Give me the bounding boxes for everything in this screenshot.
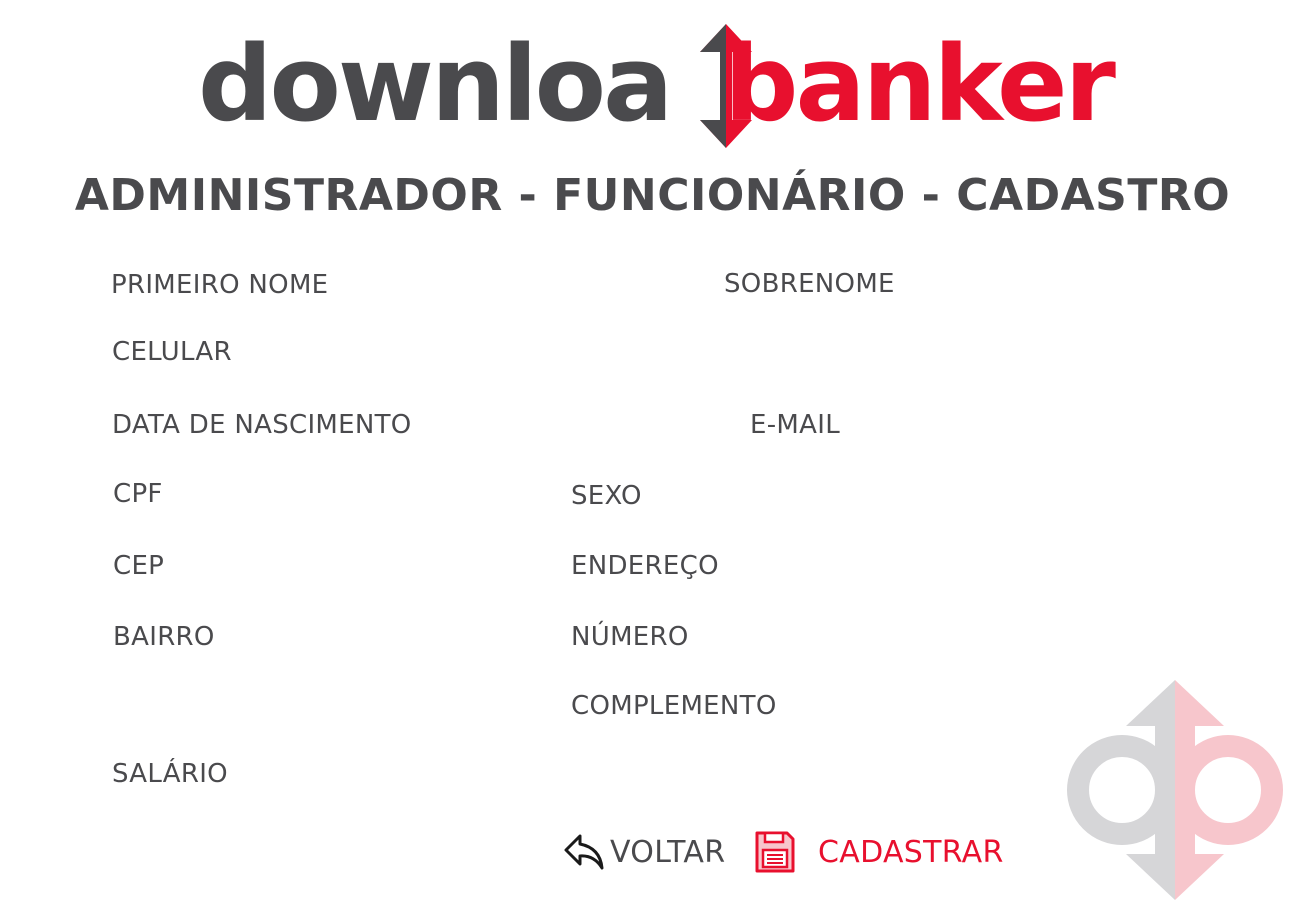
logo-text-download: downloa <box>198 23 673 145</box>
brand-logo: downloa banker <box>198 22 1116 150</box>
save-button-label: CADASTRAR <box>818 834 1004 870</box>
undo-arrow-icon <box>564 834 604 870</box>
sex-label: SEXO <box>571 481 642 511</box>
neighborhood-input[interactable] <box>235 622 549 654</box>
back-button-label: VOLTAR <box>610 834 726 870</box>
logo-text-banker: banker <box>724 23 1116 145</box>
complement-input[interactable] <box>815 691 1049 723</box>
number-input[interactable] <box>712 622 1016 654</box>
brand-watermark-icon <box>1067 680 1283 900</box>
salary-label: SALÁRIO <box>112 759 228 789</box>
employee-registration-page: downloa banker ADMINISTRADOR - FUNCIONÁR… <box>0 0 1305 905</box>
complement-label: COMPLEMENTO <box>571 691 777 721</box>
cpf-input[interactable] <box>185 479 549 511</box>
page-title: ADMINISTRADOR - FUNCIONÁRIO - CADASTRO <box>74 170 1231 221</box>
last-name-label: SOBRENOME <box>724 269 895 299</box>
save-button[interactable]: CADASTRAR <box>754 830 1004 874</box>
back-button[interactable]: VOLTAR <box>562 832 725 872</box>
salary-input[interactable] <box>250 759 554 791</box>
phone-input[interactable] <box>250 337 674 369</box>
birth-date-label: DATA DE NASCIMENTO <box>112 410 412 440</box>
floppy-disk-icon <box>755 831 795 873</box>
phone-label: CELULAR <box>112 337 232 367</box>
cep-input[interactable] <box>185 551 549 583</box>
neighborhood-label: BAIRRO <box>113 622 215 652</box>
sex-input[interactable] <box>665 481 1029 513</box>
cep-label: CEP <box>113 551 165 581</box>
birth-date-input[interactable] <box>455 410 729 442</box>
first-name-label: PRIMEIRO NOME <box>111 270 329 300</box>
cpf-label: CPF <box>113 479 163 509</box>
email-input[interactable] <box>865 410 1269 442</box>
address-label: ENDEREÇO <box>571 551 719 581</box>
last-name-input[interactable] <box>920 269 1264 301</box>
number-label: NÚMERO <box>571 622 689 652</box>
first-name-input[interactable] <box>350 270 694 302</box>
email-label: E-MAIL <box>750 410 840 440</box>
address-input[interactable] <box>745 551 1249 583</box>
